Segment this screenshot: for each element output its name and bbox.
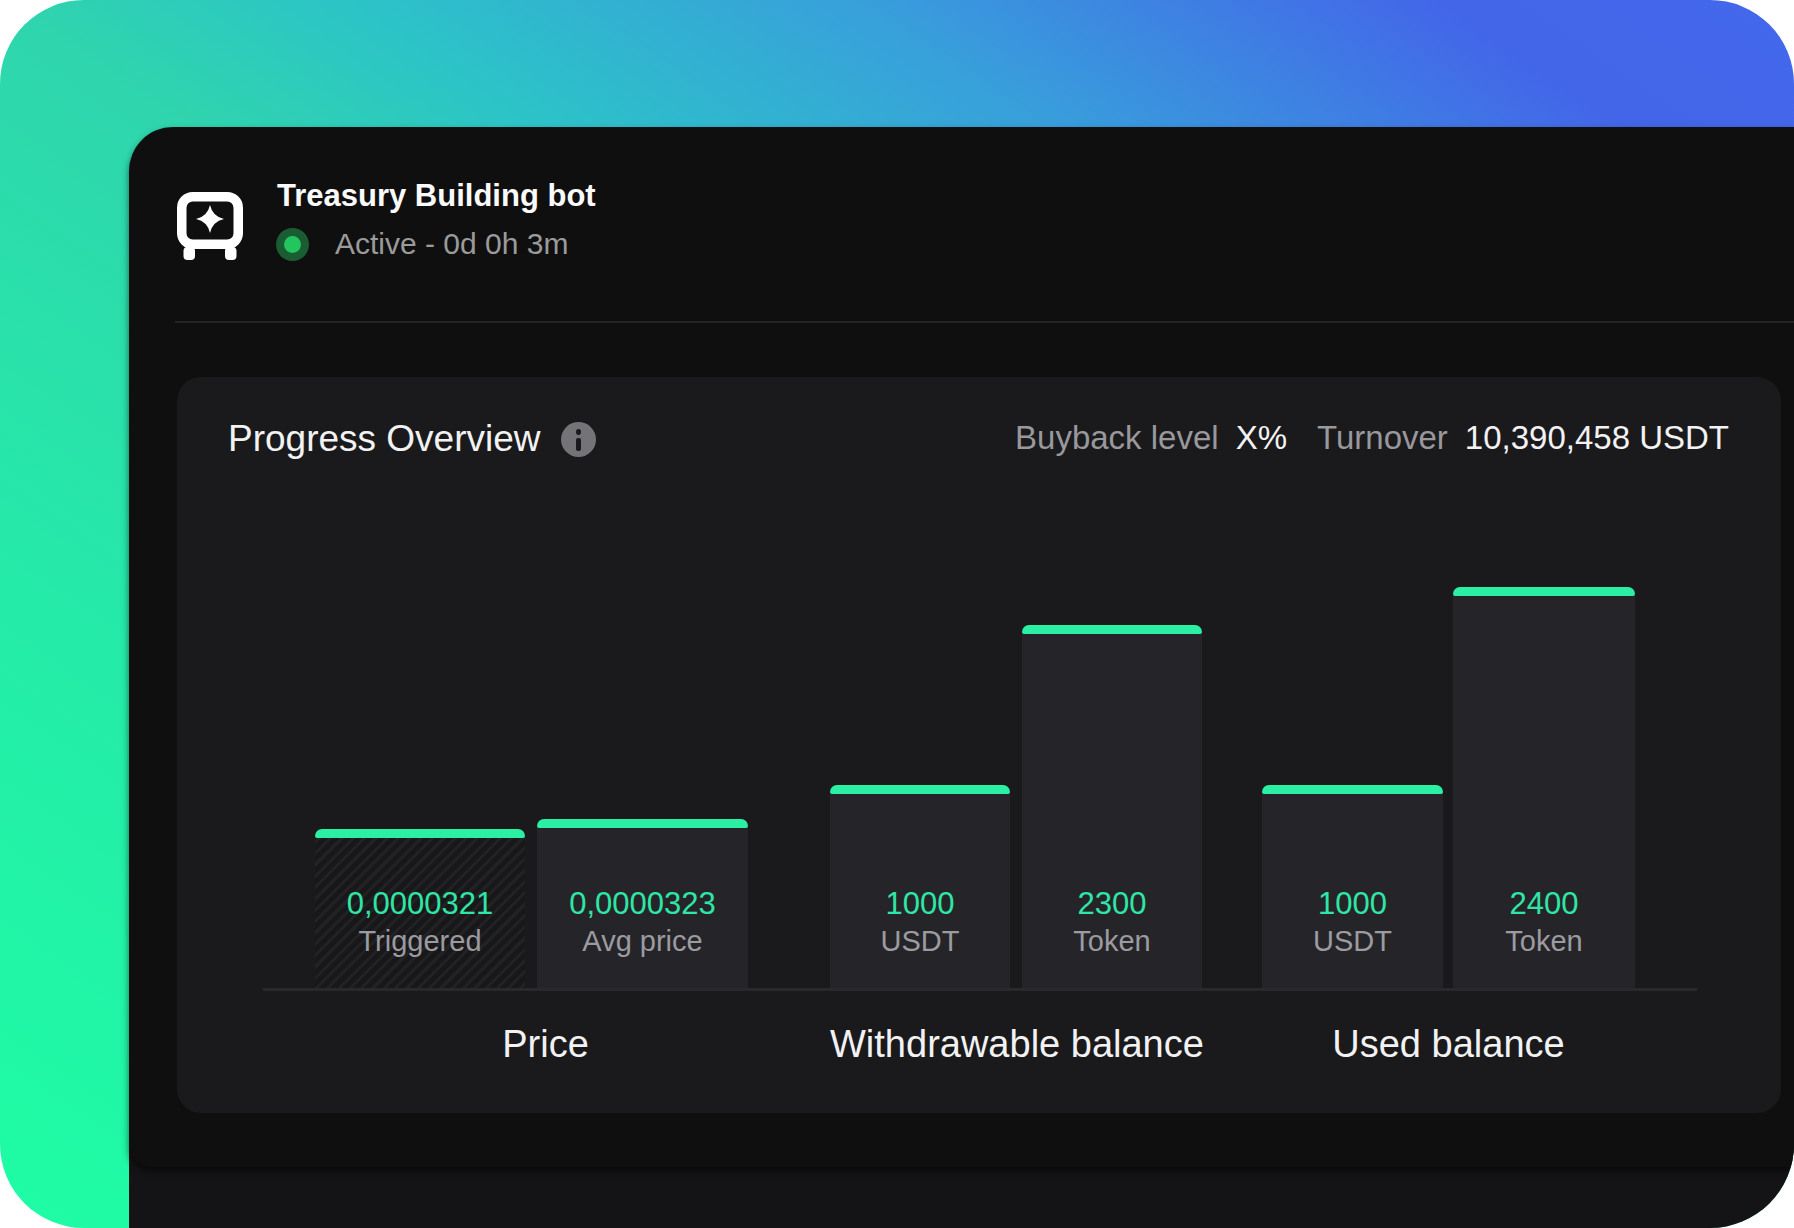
- bar-value: 0,0000321: [315, 884, 525, 923]
- stat-value: X%: [1236, 419, 1287, 457]
- bar-caption: Token: [1022, 923, 1202, 960]
- stat-label: Turnover: [1317, 419, 1448, 457]
- bot-title: Treasury Building bot: [277, 177, 596, 215]
- group-label: Withdrawable balance: [830, 1023, 1202, 1066]
- group-label: Used balance: [1262, 1023, 1635, 1066]
- bar-top-accent: [537, 819, 748, 828]
- bar-value: 1000: [1262, 884, 1443, 923]
- bar-text: 2300Token: [1022, 884, 1202, 960]
- bar-usdt: 1000USDT: [1262, 785, 1443, 988]
- stat-label: Buyback level: [1015, 419, 1219, 457]
- bar-caption: USDT: [1262, 923, 1443, 960]
- bar-value: 0,0000323: [537, 884, 748, 923]
- bar-token: 2300Token: [1022, 625, 1202, 988]
- bar-usdt: 1000USDT: [830, 785, 1010, 988]
- bar-value: 2400: [1453, 884, 1635, 923]
- bar-avg-price: 0,0000323Avg price: [537, 819, 748, 988]
- chart-baseline: [263, 988, 1697, 991]
- vault-icon: [177, 192, 243, 260]
- stat-turnover: Turnover 10,390,458 USDT: [1317, 419, 1729, 457]
- bar-triggered: 0,0000321Triggered: [315, 829, 525, 988]
- card-title-row: Progress Overview: [228, 417, 596, 461]
- bar-caption: Avg price: [537, 923, 748, 960]
- progress-overview-card: Progress Overview Buyback level X% Turno…: [177, 377, 1781, 1113]
- gradient-background: Treasury Building bot Active - 0d 0h 3m …: [0, 0, 1794, 1228]
- card-title: Progress Overview: [228, 417, 541, 461]
- group-label: Price: [329, 1023, 762, 1066]
- info-icon[interactable]: [561, 422, 596, 457]
- stat-value: 10,390,458 USDT: [1465, 419, 1729, 457]
- bar-caption: Token: [1453, 923, 1635, 960]
- header-divider: [175, 321, 1794, 323]
- stats-row: Buyback level X% Turnover 10,390,458 USD…: [1015, 419, 1729, 457]
- bar-top-accent: [1453, 587, 1635, 596]
- bar-text: 1000USDT: [830, 884, 1010, 960]
- bar-text: 2400Token: [1453, 884, 1635, 960]
- bar-top-accent: [315, 829, 525, 838]
- bar-top-accent: [830, 785, 1010, 794]
- bar-value: 2300: [1022, 884, 1202, 923]
- bar-text: 0,0000323Avg price: [537, 884, 748, 960]
- bar-caption: Triggered: [315, 923, 525, 960]
- status-row: Active - 0d 0h 3m: [276, 227, 568, 261]
- bar-top-accent: [1022, 625, 1202, 634]
- bar-token: 2400Token: [1453, 587, 1635, 988]
- bar-caption: USDT: [830, 923, 1010, 960]
- bar-text: 1000USDT: [1262, 884, 1443, 960]
- status-dot-icon: [276, 228, 309, 261]
- bar-text: 0,0000321Triggered: [315, 884, 525, 960]
- status-text: Active - 0d 0h 3m: [335, 227, 568, 261]
- stat-buyback-level: Buyback level X%: [1015, 419, 1287, 457]
- bot-window: Treasury Building bot Active - 0d 0h 3m …: [129, 127, 1794, 1167]
- bar-top-accent: [1262, 785, 1443, 794]
- bar-value: 1000: [830, 884, 1010, 923]
